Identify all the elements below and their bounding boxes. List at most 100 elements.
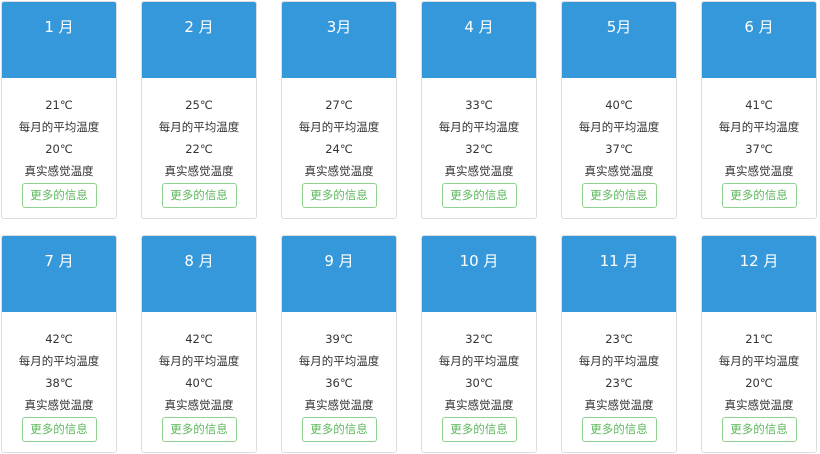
average-temperature-label: 每月的平均温度 (718, 354, 800, 368)
feels-like-temperature-label: 真实感觉温度 (584, 398, 654, 412)
month-card-body: 21℃ 每月的平均温度 20℃ 真实感觉温度更多的信息 (702, 312, 816, 442)
feels-like-temperature-label: 真实感觉温度 (724, 398, 794, 412)
more-info-button[interactable]: 更多的信息 (301, 417, 377, 442)
month-card-body: 32℃ 每月的平均温度 30℃ 真实感觉温度更多的信息 (422, 312, 536, 442)
feels-like-temperature-value: 20℃ (745, 376, 773, 390)
more-info-button[interactable]: 更多的信息 (581, 183, 657, 208)
feels-like-temperature-value: 23℃ (605, 376, 633, 390)
more-info-button[interactable]: 更多的信息 (721, 183, 797, 208)
month-card-header: 10 月 (422, 236, 536, 312)
average-temperature-value: 42℃ (45, 332, 73, 346)
month-card: 6 月 41℃ 每月的平均温度 37℃ 真实感觉温度更多的信息 (701, 1, 817, 219)
feels-like-temperature-value: 24℃ (325, 142, 353, 156)
more-info-button[interactable]: 更多的信息 (441, 183, 517, 208)
average-temperature-label: 每月的平均温度 (18, 354, 100, 368)
feels-like-temperature-value: 37℃ (745, 142, 773, 156)
month-card-header: 5月 (562, 2, 676, 78)
average-temperature-label: 每月的平均温度 (438, 120, 520, 134)
month-card-body: 23℃ 每月的平均温度 23℃ 真实感觉温度更多的信息 (562, 312, 676, 442)
feels-like-temperature-value: 22℃ (185, 142, 213, 156)
feels-like-temperature-value: 32℃ (465, 142, 493, 156)
feels-like-temperature-label: 真实感觉温度 (164, 164, 234, 178)
month-card-body: 42℃ 每月的平均温度 38℃ 真实感觉温度更多的信息 (2, 312, 116, 442)
month-card-header: 12 月 (702, 236, 816, 312)
average-temperature-label: 每月的平均温度 (18, 120, 100, 134)
month-card: 5月 40℃ 每月的平均温度 37℃ 真实感觉温度 更多的信息 (561, 1, 677, 219)
feels-like-temperature-label: 真实感觉温度 (584, 164, 654, 178)
month-title: 2 月 (184, 18, 214, 36)
average-temperature-value: 42℃ (185, 332, 213, 346)
average-temperature-value: 40℃ (605, 98, 633, 112)
month-card: 2 月 25℃ 每月的平均温度 22℃ 真实感觉温度更多的信息 (141, 1, 257, 219)
average-temperature-value: 41℃ (745, 98, 773, 112)
feels-like-temperature-label: 真实感觉温度 (724, 164, 794, 178)
more-info-button[interactable]: 更多的信息 (21, 417, 97, 442)
more-info-button[interactable]: 更多的信息 (721, 417, 797, 442)
month-card-body: 42℃ 每月的平均温度 40℃ 真实感觉温度 更多的信息 (142, 312, 256, 442)
month-card-header: 7 月 (2, 236, 116, 312)
feels-like-temperature-label: 真实感觉温度 (164, 398, 234, 412)
feels-like-temperature-label: 真实感觉温度 (24, 164, 94, 178)
month-card: 11 月 23℃ 每月的平均温度 23℃ 真实感觉温度更多的信息 (561, 235, 677, 453)
feels-like-temperature-value: 38℃ (45, 376, 73, 390)
month-title: 11 月 (599, 252, 639, 270)
month-card-body: 27℃ 每月的平均温度 24℃ 真实感觉温度更多的信息 (282, 78, 396, 208)
average-temperature-value: 21℃ (745, 332, 773, 346)
more-info-button[interactable]: 更多的信息 (301, 183, 377, 208)
average-temperature-label: 每月的平均温度 (298, 354, 380, 368)
average-temperature-label: 每月的平均温度 (298, 120, 380, 134)
feels-like-temperature-value: 40℃ (185, 376, 213, 390)
average-temperature-value: 25℃ (185, 98, 213, 112)
average-temperature-value: 21℃ (45, 98, 73, 112)
month-card-grid: 1 月 21℃ 每月的平均温度 20℃ 真实感觉温度 更多的信息 2 月 25℃ 每月的平均温度… (1, 1, 817, 453)
month-card: 7 月 42℃ 每月的平均温度 38℃ 真实感觉温度更多的信息 (1, 235, 117, 453)
month-card: 3月 27℃ 每月的平均温度 24℃ 真实感觉温度更多的信息 (281, 1, 397, 219)
month-card-header: 9 月 (282, 236, 396, 312)
month-card-header: 8 月 (142, 236, 256, 312)
month-title: 6 月 (744, 18, 774, 36)
feels-like-temperature-label: 真实感觉温度 (444, 164, 514, 178)
month-card: 12 月 21℃ 每月的平均温度 20℃ 真实感觉温度更多的信息 (701, 235, 817, 453)
month-title: 9 月 (324, 252, 354, 270)
feels-like-temperature-label: 真实感觉温度 (444, 398, 514, 412)
average-temperature-label: 每月的平均温度 (718, 120, 800, 134)
month-card: 10 月 32℃ 每月的平均温度 30℃ 真实感觉温度更多的信息 (421, 235, 537, 453)
average-temperature-value: 27℃ (325, 98, 353, 112)
month-title: 5月 (606, 18, 632, 36)
average-temperature-value: 23℃ (605, 332, 633, 346)
feels-like-temperature-value: 30℃ (465, 376, 493, 390)
month-title: 1 月 (44, 18, 74, 36)
average-temperature-label: 每月的平均温度 (578, 120, 660, 134)
more-info-button[interactable]: 更多的信息 (161, 183, 237, 208)
average-temperature-value: 32℃ (465, 332, 493, 346)
month-card-header: 11 月 (562, 236, 676, 312)
feels-like-temperature-value: 20℃ (45, 142, 73, 156)
more-info-button[interactable]: 更多的信息 (441, 417, 517, 442)
feels-like-temperature-label: 真实感觉温度 (304, 398, 374, 412)
average-temperature-label: 每月的平均温度 (578, 354, 660, 368)
average-temperature-label: 每月的平均温度 (438, 354, 520, 368)
month-card-header: 1 月 (2, 2, 116, 78)
month-card-header: 2 月 (142, 2, 256, 78)
more-info-button[interactable]: 更多的信息 (581, 417, 657, 442)
month-title: 12 月 (739, 252, 779, 270)
month-title: 7 月 (44, 252, 74, 270)
month-card: 8 月 42℃ 每月的平均温度 40℃ 真实感觉温度 更多的信息 (141, 235, 257, 453)
month-title: 3月 (326, 18, 352, 36)
average-temperature-value: 39℃ (325, 332, 353, 346)
month-card-header: 3月 (282, 2, 396, 78)
more-info-button[interactable]: 更多的信息 (161, 417, 237, 442)
month-card-header: 4 月 (422, 2, 536, 78)
month-card-body: 21℃ 每月的平均温度 20℃ 真实感觉温度更多的信息 (2, 78, 116, 208)
month-card-header: 6 月 (702, 2, 816, 78)
feels-like-temperature-value: 36℃ (325, 376, 353, 390)
average-temperature-label: 每月的平均温度 (158, 120, 240, 134)
feels-like-temperature-label: 真实感觉温度 (24, 398, 94, 412)
month-title: 4 月 (464, 18, 494, 36)
month-card: 1 月 21℃ 每月的平均温度 20℃ 真实感觉温度更多的信息 (1, 1, 117, 219)
feels-like-temperature-label: 真实感觉温度 (304, 164, 374, 178)
month-card-body: 33℃ 每月的平均温度 32℃ 真实感觉温度 更多的信息 (422, 78, 536, 208)
month-title: 10 月 (459, 252, 499, 270)
month-card: 4 月 33℃ 每月的平均温度 32℃ 真实感觉温度 更多的信息 (421, 1, 537, 219)
more-info-button[interactable]: 更多的信息 (21, 183, 97, 208)
